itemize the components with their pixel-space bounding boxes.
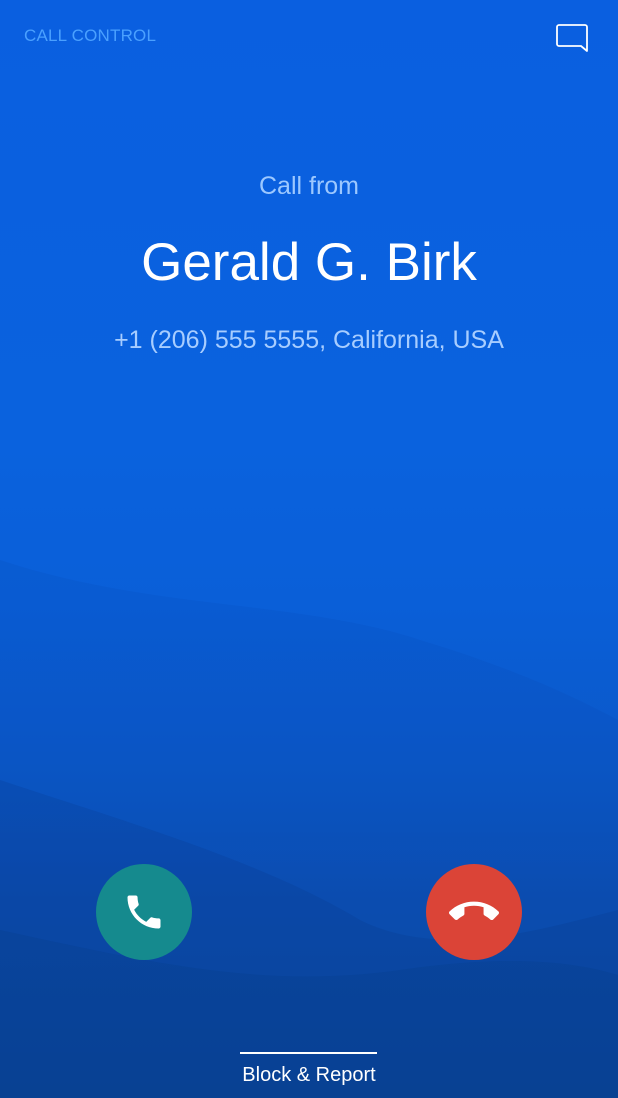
block-report-button[interactable]: Block & Report [0, 1064, 618, 1087]
block-report-divider [240, 1052, 377, 1054]
hang-up-icon [449, 901, 499, 921]
message-button[interactable] [554, 22, 590, 58]
incoming-call-screen: CALL CONTROL Call from Gerald G. Birk +1… [0, 0, 618, 1098]
decline-call-button[interactable] [426, 864, 522, 960]
phone-icon [127, 895, 161, 929]
background-wave [0, 560, 618, 1098]
call-control-label[interactable]: CALL CONTROL [24, 26, 156, 46]
caller-name: Gerald G. Birk [141, 233, 477, 292]
caller-number-location: +1 (206) 555 5555, California, USA [114, 326, 504, 354]
message-bubble-icon [556, 24, 588, 52]
accept-call-button[interactable] [96, 864, 192, 960]
call-from-label: Call from [258, 172, 359, 200]
